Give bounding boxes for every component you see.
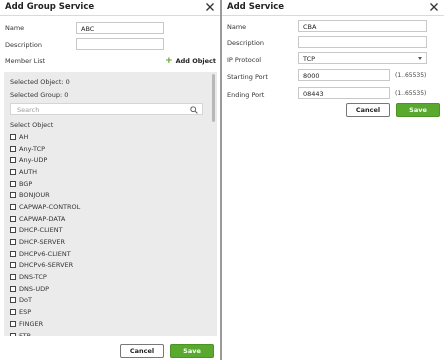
scrollbar[interactable]	[212, 74, 215, 122]
checkbox[interactable]	[10, 239, 16, 246]
list-item-label: DHCP-CLIENT	[19, 226, 63, 235]
chevron-down-icon	[418, 57, 422, 60]
save-button[interactable]: Save	[170, 344, 214, 358]
name-field[interactable]: CBA	[298, 20, 427, 32]
list-item-label: DHCPv6-SERVER	[19, 261, 74, 270]
list-item-label: DHCPv6-CLIENT	[19, 249, 71, 258]
checkbox[interactable]	[10, 274, 16, 281]
list-item-label: CAPWAP-CONTROL	[19, 202, 81, 211]
checkbox[interactable]	[10, 157, 16, 164]
list-item-label: DNS-TCP	[19, 273, 47, 282]
list-item[interactable]: AH	[10, 131, 80, 143]
list-item[interactable]: FINGER	[10, 318, 80, 330]
starting-port-field[interactable]: 8000	[298, 69, 390, 81]
list-item[interactable]: BGP	[10, 178, 80, 190]
description-label: Description	[227, 39, 265, 47]
list-item[interactable]: CAPWAP-DATA	[10, 213, 80, 225]
list-item-label: Any-TCP	[19, 144, 46, 153]
starting-port-range: (1..65535)	[395, 72, 427, 79]
name-label: Name	[227, 23, 247, 31]
list-item[interactable]: DNS-TCP	[10, 271, 80, 283]
dialog-title: Add Group Service	[5, 2, 95, 12]
list-item[interactable]: CAPWAP-CONTROL	[10, 201, 80, 213]
cancel-button[interactable]: Cancel	[346, 103, 390, 117]
checkbox[interactable]	[10, 203, 16, 210]
list-item[interactable]: DoT	[10, 295, 80, 307]
list-item[interactable]: AUTH	[10, 166, 80, 178]
list-item[interactable]: BONJOUR	[10, 189, 80, 201]
list-item-label: Any-UDP	[19, 156, 48, 165]
list-item-label: DNS-UDP	[19, 284, 50, 293]
selected-object-count: Selected Object: 0	[10, 78, 70, 86]
list-item-label: BGP	[19, 179, 33, 188]
list-item-label: FINGER	[19, 319, 44, 328]
ip-protocol-select[interactable]: TCP	[298, 52, 427, 64]
ending-port-range: (1..65535)	[395, 90, 427, 97]
list-item[interactable]: DHCP-CLIENT	[10, 225, 80, 237]
checkbox[interactable]	[10, 297, 16, 304]
checkbox[interactable]	[10, 320, 16, 327]
close-icon[interactable]	[428, 1, 440, 13]
cancel-button[interactable]: Cancel	[120, 344, 164, 358]
search-placeholder: Search	[17, 106, 40, 114]
description-field[interactable]	[298, 36, 427, 48]
checkbox[interactable]	[10, 250, 16, 257]
list-item[interactable]: DNS-UDP	[10, 283, 80, 295]
list-item-label: FTP	[19, 331, 31, 336]
close-icon[interactable]	[204, 1, 216, 13]
list-item-label: BONJOUR	[19, 191, 50, 200]
list-item[interactable]: Any-TCP	[10, 143, 80, 155]
dialog-titlebar: Add Group Service	[0, 0, 220, 16]
list-item-label: AUTH	[19, 167, 38, 176]
plus-icon: +	[165, 56, 173, 66]
add-object-button[interactable]: + Add Object	[165, 56, 216, 66]
member-list-label: Member List	[5, 57, 46, 65]
starting-port-label: Starting Port	[227, 73, 268, 81]
list-item[interactable]: FTP	[10, 330, 80, 336]
search-icon	[190, 106, 198, 114]
list-item[interactable]: ESP	[10, 306, 80, 318]
checkbox[interactable]	[10, 309, 16, 316]
checkbox[interactable]	[10, 168, 16, 175]
description-label: Description	[5, 41, 43, 49]
search-input[interactable]: Search	[10, 103, 203, 115]
ending-port-label: Ending Port	[227, 91, 265, 99]
selected-group-count: Selected Group: 0	[10, 91, 69, 99]
ip-protocol-label: IP Protocol	[227, 56, 262, 64]
checkbox[interactable]	[10, 145, 16, 152]
checkbox[interactable]	[10, 192, 16, 199]
list-item[interactable]: Any-UDP	[10, 154, 80, 166]
add-object-label: Add Object	[175, 57, 216, 65]
description-field[interactable]	[76, 38, 164, 50]
list-item-label: AH	[19, 132, 29, 141]
checkbox[interactable]	[10, 180, 16, 187]
checkbox[interactable]	[10, 215, 16, 222]
member-list-panel: Selected Object: 0 Selected Group: 0 Sea…	[4, 72, 217, 336]
checkbox[interactable]	[10, 332, 16, 336]
checkbox[interactable]	[10, 227, 16, 234]
list-item-label: DoT	[19, 296, 32, 305]
object-list: AH Any-TCP Any-UDP AUTH BGP BONJOUR CAPWAP-CON…	[10, 131, 80, 336]
list-item[interactable]: DHCPv6-SERVER	[10, 260, 80, 272]
save-button[interactable]: Save	[396, 103, 440, 117]
list-item[interactable]: DHCPv6-CLIENT	[10, 248, 80, 260]
add-service-dialog: Add Service Name CBA Description IP Prot…	[222, 0, 444, 360]
list-item-label: DHCP-SERVER	[19, 238, 66, 247]
dialog-title: Add Service	[227, 2, 285, 12]
checkbox[interactable]	[10, 133, 16, 140]
select-object-header: Select Object	[10, 121, 54, 129]
list-item[interactable]: DHCP-SERVER	[10, 236, 80, 248]
name-label: Name	[5, 24, 25, 32]
list-item-label: CAPWAP-DATA	[19, 214, 66, 223]
checkbox[interactable]	[10, 285, 16, 292]
checkbox[interactable]	[10, 262, 16, 269]
name-field[interactable]: ABC	[76, 22, 164, 34]
ip-protocol-value: TCP	[303, 55, 316, 63]
add-group-service-dialog: Add Group Service Name ABC Description M…	[0, 0, 220, 360]
dialog-titlebar: Add Service	[222, 0, 444, 16]
list-item-label: ESP	[19, 308, 32, 317]
ending-port-field[interactable]: 08443	[298, 87, 390, 99]
